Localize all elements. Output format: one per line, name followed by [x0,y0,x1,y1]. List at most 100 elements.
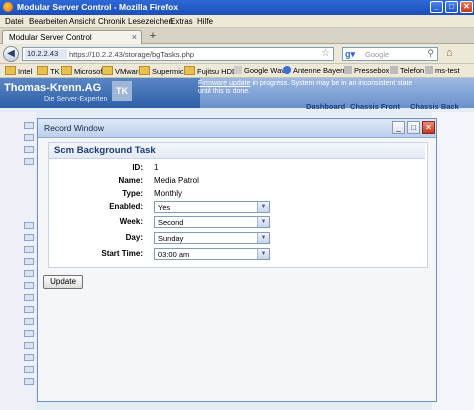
site-identity[interactable]: 10.2.2.43 [25,49,67,59]
chevron-down-icon[interactable]: ▼ [257,202,269,212]
task-panel: Scm Background Task ID: 1 Name: Media Pa… [48,142,428,268]
tab-label: Modular Server Control [9,33,92,42]
nav-node[interactable] [24,366,34,373]
folder-icon [184,66,195,75]
field-label-start-time: Start Time: [101,249,143,258]
menu-lesezeichen[interactable]: Lesezeichen [128,17,173,26]
field-value-name: Media Patrol [154,176,199,185]
bookmark-google-wave[interactable]: Google Wave [234,66,289,75]
nav-node[interactable] [24,158,34,165]
chevron-down-icon[interactable]: ▼ [257,249,269,259]
bookmark-microsoft[interactable]: Microsoft [61,66,104,76]
url-bar[interactable]: 10.2.2.43 https://10.2.2.43/storage/bgTa… [22,47,334,61]
home-icon[interactable]: ⌂ [446,47,453,59]
tk-logo: TK [112,81,132,101]
left-navigation [0,112,36,410]
brand-tagline: Die Server-Experten [44,96,108,103]
radio-icon [283,66,291,74]
tab-bar: Modular Server Control × + [0,28,474,44]
menu-bearbeiten[interactable]: Bearbeiten [29,17,68,26]
new-tab-button[interactable]: + [146,30,160,43]
nav-node[interactable] [24,318,34,325]
firmware-update-link[interactable]: Firmware update [198,80,251,87]
nav-node[interactable] [24,282,34,289]
bookmark-pressebox[interactable]: Pressebox [344,66,389,75]
bookmark-star-icon[interactable]: ☆ [321,48,330,59]
field-label-week: Week: [119,217,143,226]
nav-node[interactable] [24,354,34,361]
chevron-down-icon[interactable]: ▼ [257,233,269,243]
nav-node[interactable] [24,378,34,385]
nav-node[interactable] [24,146,34,153]
nav-node[interactable] [24,234,34,241]
dialog-maximize-button[interactable]: □ [407,121,420,134]
nav-node[interactable] [24,222,34,229]
dialog-title: Record Window [44,123,104,133]
folder-icon [37,66,48,75]
page-icon [390,66,398,74]
start-time-select[interactable]: 03:00 am ▼ [154,248,270,260]
bookmark-vmware[interactable]: VMware [102,66,143,76]
menu-extras[interactable]: Extras [170,17,193,26]
bookmark-intel[interactable]: Intel [5,66,32,76]
nav-node[interactable] [24,330,34,337]
menu-datei[interactable]: Datei [5,17,24,26]
nav-node[interactable] [24,294,34,301]
bookmark-fujitsu-hdd[interactable]: Fujitsu HDD [184,66,237,76]
window-title: Modular Server Control - Mozilla Firefox [17,2,179,12]
folder-icon [5,66,16,75]
tab-chassis-back[interactable]: Chassis Back [410,102,459,112]
nav-node[interactable] [24,258,34,265]
app-header: Thomas-Krenn.AG Die Server-Experten TK [0,78,200,108]
close-window-button[interactable]: ✕ [460,1,473,13]
nav-node[interactable] [24,246,34,253]
task-panel-header: Scm Background Task [49,143,425,159]
field-label-enabled: Enabled: [109,202,143,211]
field-value-type: Monthly [154,189,183,198]
search-placeholder: Google [365,50,390,59]
minimize-button[interactable]: _ [430,1,443,13]
nav-node[interactable] [24,270,34,277]
task-heading: Scm Background Task [54,145,156,156]
chevron-down-icon[interactable]: ▼ [257,217,269,227]
bookmark-telefon[interactable]: Telefon [390,66,424,75]
tab-dashboard[interactable]: Dashboard [306,102,345,112]
nav-node[interactable] [24,134,34,141]
search-icon[interactable]: ⚲ [427,48,434,59]
menu-hilfe[interactable]: Hilfe [197,17,213,26]
navigation-bar: ◀ 10.2.2.43 https://10.2.2.43/storage/bg… [0,44,474,64]
browser-tab[interactable]: Modular Server Control × [2,30,142,44]
menu-chronik[interactable]: Chronik [98,17,126,26]
bookmark-supermicro[interactable]: Supermicro [139,66,190,76]
nav-node[interactable] [24,306,34,313]
firefox-icon [3,2,13,12]
menu-ansicht[interactable]: Ansicht [69,17,95,26]
nav-node[interactable] [24,342,34,349]
close-tab-icon[interactable]: × [132,32,137,42]
field-label-name: Name: [118,176,143,185]
folder-icon [102,66,113,75]
right-panel [432,112,474,410]
search-bar[interactable]: g▾ Google ⚲ [342,47,438,61]
field-value-id: 1 [154,163,159,172]
page-icon [425,66,433,74]
field-label-day: Day: [125,233,143,242]
record-window: Record Window _ □ ✕ Scm Background Task … [37,118,437,402]
bookmark-ms-test[interactable]: ms-test [425,66,460,75]
dialog-minimize-button[interactable]: _ [392,121,405,134]
bookmark-antenne-bayern[interactable]: Antenne Bayern [283,66,347,75]
field-label-type: Type: [122,189,143,198]
nav-node[interactable] [24,122,34,129]
google-icon[interactable]: g▾ [345,49,355,60]
tab-chassis-front[interactable]: Chassis Front [350,102,400,112]
bookmark-tk[interactable]: TK [37,66,60,76]
window-titlebar: Modular Server Control - Mozilla Firefox… [0,0,474,15]
week-select[interactable]: Second ▼ [154,216,270,228]
maximize-button[interactable]: □ [445,1,458,13]
update-button[interactable]: Update [43,275,83,289]
back-button[interactable]: ◀ [3,46,19,62]
dialog-close-button[interactable]: ✕ [422,121,435,134]
dialog-titlebar[interactable]: Record Window _ □ ✕ [38,119,436,138]
enabled-select[interactable]: Yes ▼ [154,201,270,213]
day-select[interactable]: Sunday ▼ [154,232,270,244]
